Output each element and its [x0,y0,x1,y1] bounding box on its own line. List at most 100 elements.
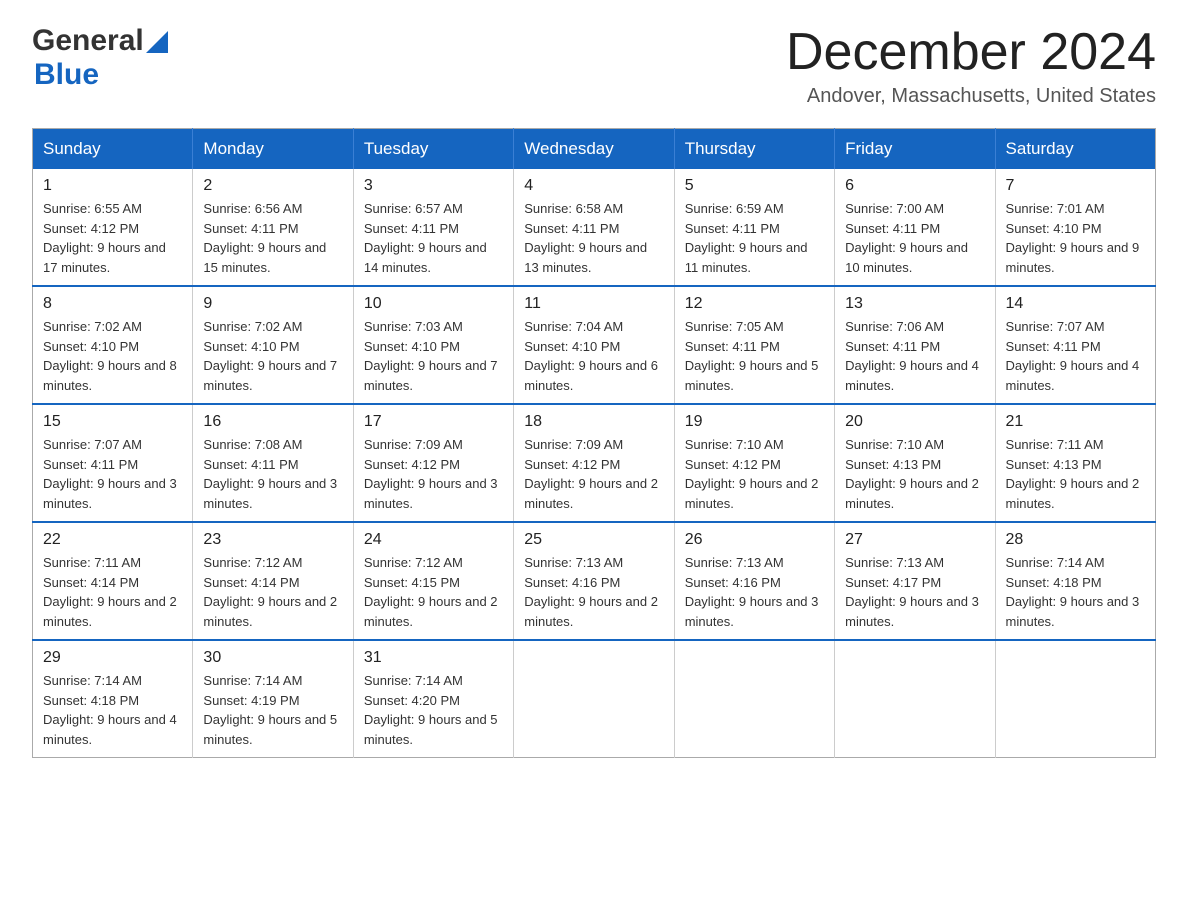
calendar-cell [674,640,834,758]
calendar-cell: 4 Sunrise: 6:58 AMSunset: 4:11 PMDaylight… [514,169,674,286]
calendar-cell: 15Sunrise: 7:07 AMSunset: 4:11 PMDayligh… [33,404,193,522]
day-info: Sunrise: 7:10 AMSunset: 4:12 PMDaylight:… [685,435,824,513]
day-info: Sunrise: 7:12 AMSunset: 4:14 PMDaylight:… [203,553,342,631]
day-info: Sunrise: 6:55 AMSunset: 4:12 PMDaylight:… [43,199,182,277]
day-info: Sunrise: 6:58 AMSunset: 4:11 PMDaylight:… [524,199,663,277]
calendar-cell: 26 Sunrise: 7:13 AMSunset: 4:16 PMDayligh… [674,522,834,640]
calendar-week-row: 8 Sunrise: 7:02 AMSunset: 4:10 PMDaylight… [33,286,1156,404]
day-info: Sunrise: 6:59 AMSunset: 4:11 PMDaylight:… [685,199,824,277]
day-info: Sunrise: 7:13 AMSunset: 4:16 PMDaylight:… [524,553,663,631]
day-number: 6 [845,177,984,195]
day-number: 29 [43,649,182,667]
calendar-cell: 28Sunrise: 7:14 AMSunset: 4:18 PMDayligh… [995,522,1155,640]
day-number: 17 [364,413,503,431]
day-number: 20 [845,413,984,431]
day-info: Sunrise: 6:57 AMSunset: 4:11 PMDaylight:… [364,199,503,277]
calendar-cell: 20 Sunrise: 7:10 AMSunset: 4:13 PMDayligh… [835,404,995,522]
day-number: 5 [685,177,824,195]
header-tuesday: Tuesday [353,129,513,170]
day-info: Sunrise: 7:08 AMSunset: 4:11 PMDaylight:… [203,435,342,513]
day-info: Sunrise: 6:56 AMSunset: 4:11 PMDaylight:… [203,199,342,277]
day-info: Sunrise: 7:06 AMSunset: 4:11 PMDaylight:… [845,317,984,395]
day-info: Sunrise: 7:14 AMSunset: 4:18 PMDaylight:… [43,671,182,749]
calendar-cell: 17 Sunrise: 7:09 AMSunset: 4:12 PMDayligh… [353,404,513,522]
day-number: 30 [203,649,342,667]
day-info: Sunrise: 7:14 AMSunset: 4:20 PMDaylight:… [364,671,503,749]
header-friday: Friday [835,129,995,170]
day-number: 8 [43,295,182,313]
day-info: Sunrise: 7:04 AMSunset: 4:10 PMDaylight:… [524,317,663,395]
day-number: 10 [364,295,503,313]
calendar-cell: 2 Sunrise: 6:56 AMSunset: 4:11 PMDaylight… [193,169,353,286]
calendar-cell: 5 Sunrise: 6:59 AMSunset: 4:11 PMDaylight… [674,169,834,286]
day-info: Sunrise: 7:07 AMSunset: 4:11 PMDaylight:… [1006,317,1145,395]
day-number: 16 [203,413,342,431]
day-info: Sunrise: 7:00 AMSunset: 4:11 PMDaylight:… [845,199,984,277]
calendar-cell: 18Sunrise: 7:09 AMSunset: 4:12 PMDayligh… [514,404,674,522]
day-number: 1 [43,177,182,195]
header-thursday: Thursday [674,129,834,170]
calendar-cell [835,640,995,758]
day-number: 25 [524,531,663,549]
day-number: 23 [203,531,342,549]
calendar-cell: 13Sunrise: 7:06 AMSunset: 4:11 PMDayligh… [835,286,995,404]
calendar-header-row: SundayMondayTuesdayWednesdayThursdayFrid… [33,129,1156,170]
header-monday: Monday [193,129,353,170]
day-number: 2 [203,177,342,195]
calendar-week-row: 1 Sunrise: 6:55 AMSunset: 4:12 PMDaylight… [33,169,1156,286]
day-info: Sunrise: 7:10 AMSunset: 4:13 PMDaylight:… [845,435,984,513]
logo: General Blue [32,24,168,92]
calendar-cell: 9Sunrise: 7:02 AMSunset: 4:10 PMDaylight… [193,286,353,404]
calendar-cell: 22Sunrise: 7:11 AMSunset: 4:14 PMDayligh… [33,522,193,640]
day-info: Sunrise: 7:12 AMSunset: 4:15 PMDaylight:… [364,553,503,631]
calendar-cell: 19 Sunrise: 7:10 AMSunset: 4:12 PMDayligh… [674,404,834,522]
calendar-cell: 10Sunrise: 7:03 AMSunset: 4:10 PMDayligh… [353,286,513,404]
calendar-cell: 14 Sunrise: 7:07 AMSunset: 4:11 PMDayligh… [995,286,1155,404]
title-area: December 2024 Andover, Massachusetts, Un… [786,24,1156,108]
day-number: 28 [1006,531,1145,549]
day-number: 4 [524,177,663,195]
day-number: 31 [364,649,503,667]
calendar-cell [995,640,1155,758]
day-info: Sunrise: 7:05 AMSunset: 4:11 PMDaylight:… [685,317,824,395]
logo-triangle-icon [146,31,168,53]
calendar-cell: 11Sunrise: 7:04 AMSunset: 4:10 PMDayligh… [514,286,674,404]
page-header: General Blue December 2024 Andover, Mass… [32,24,1156,108]
day-number: 22 [43,531,182,549]
calendar-cell: 23 Sunrise: 7:12 AMSunset: 4:14 PMDayligh… [193,522,353,640]
day-info: Sunrise: 7:09 AMSunset: 4:12 PMDaylight:… [364,435,503,513]
day-info: Sunrise: 7:09 AMSunset: 4:12 PMDaylight:… [524,435,663,513]
day-info: Sunrise: 7:02 AMSunset: 4:10 PMDaylight:… [43,317,182,395]
calendar-cell: 1 Sunrise: 6:55 AMSunset: 4:12 PMDaylight… [33,169,193,286]
day-number: 24 [364,531,503,549]
calendar-cell: 6 Sunrise: 7:00 AMSunset: 4:11 PMDaylight… [835,169,995,286]
calendar-week-row: 29 Sunrise: 7:14 AMSunset: 4:18 PMDayligh… [33,640,1156,758]
day-number: 14 [1006,295,1145,313]
location-subtitle: Andover, Massachusetts, United States [786,85,1156,108]
day-number: 21 [1006,413,1145,431]
calendar-table: SundayMondayTuesdayWednesdayThursdayFrid… [32,128,1156,758]
logo-general-text: General [32,24,144,58]
day-info: Sunrise: 7:13 AMSunset: 4:17 PMDaylight:… [845,553,984,631]
calendar-week-row: 22Sunrise: 7:11 AMSunset: 4:14 PMDayligh… [33,522,1156,640]
header-saturday: Saturday [995,129,1155,170]
calendar-cell: 3 Sunrise: 6:57 AMSunset: 4:11 PMDaylight… [353,169,513,286]
calendar-cell: 8 Sunrise: 7:02 AMSunset: 4:10 PMDaylight… [33,286,193,404]
day-info: Sunrise: 7:01 AMSunset: 4:10 PMDaylight:… [1006,199,1145,277]
day-info: Sunrise: 7:07 AMSunset: 4:11 PMDaylight:… [43,435,182,513]
header-wednesday: Wednesday [514,129,674,170]
day-number: 26 [685,531,824,549]
calendar-cell: 30 Sunrise: 7:14 AMSunset: 4:19 PMDayligh… [193,640,353,758]
day-number: 3 [364,177,503,195]
calendar-cell: 16 Sunrise: 7:08 AMSunset: 4:11 PMDayligh… [193,404,353,522]
calendar-cell: 31 Sunrise: 7:14 AMSunset: 4:20 PMDayligh… [353,640,513,758]
day-info: Sunrise: 7:13 AMSunset: 4:16 PMDaylight:… [685,553,824,631]
calendar-week-row: 15Sunrise: 7:07 AMSunset: 4:11 PMDayligh… [33,404,1156,522]
calendar-cell: 24 Sunrise: 7:12 AMSunset: 4:15 PMDayligh… [353,522,513,640]
calendar-cell: 25 Sunrise: 7:13 AMSunset: 4:16 PMDayligh… [514,522,674,640]
day-info: Sunrise: 7:14 AMSunset: 4:19 PMDaylight:… [203,671,342,749]
calendar-cell: 29 Sunrise: 7:14 AMSunset: 4:18 PMDayligh… [33,640,193,758]
day-info: Sunrise: 7:11 AMSunset: 4:13 PMDaylight:… [1006,435,1145,513]
calendar-cell [514,640,674,758]
day-number: 19 [685,413,824,431]
